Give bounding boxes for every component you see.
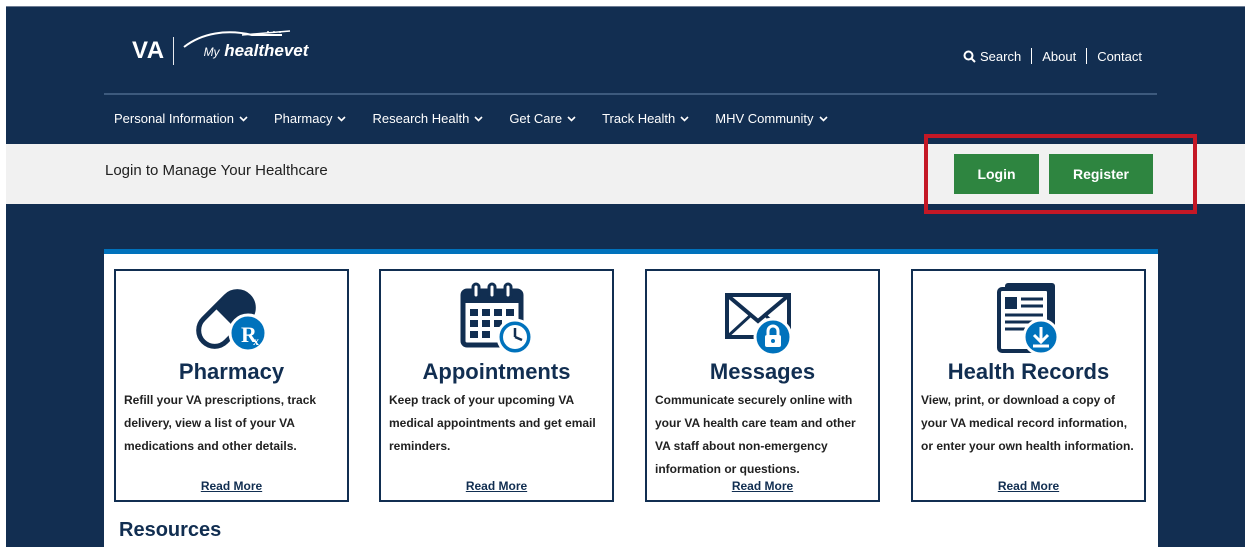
- search-label: Search: [980, 48, 1022, 64]
- read-more-link[interactable]: Read More: [116, 479, 347, 493]
- util-divider: [1086, 48, 1088, 64]
- highlight-box: [924, 134, 1197, 214]
- records-download-icon-wrap: [913, 281, 1144, 357]
- nav-label: Personal Information: [114, 111, 234, 126]
- card-description: Communicate securely online with your VA…: [655, 393, 856, 476]
- read-more-link[interactable]: Read More: [647, 479, 878, 493]
- logo[interactable]: VA My healthevet: [132, 30, 308, 65]
- chevron-down-icon: [567, 115, 576, 122]
- nav-label: Pharmacy: [273, 111, 333, 126]
- calendar-clock-icon: [460, 282, 533, 356]
- envelope-lock-icon: [724, 293, 792, 357]
- card-health-records[interactable]: Health Records View, print, or download …: [911, 269, 1146, 502]
- nav-label: MHV Community: [715, 111, 814, 126]
- card-title: Health Records: [947, 359, 1110, 384]
- read-more-link[interactable]: Read More: [913, 479, 1144, 493]
- util-divider: [1031, 48, 1033, 64]
- chevron-down-icon: [818, 115, 828, 122]
- card-title: Pharmacy: [178, 359, 285, 384]
- nav-research-health[interactable]: Research Health: [372, 111, 483, 126]
- app-frame: VA My healthevet Search About Contact Pe…: [6, 6, 1245, 547]
- card-description: View, print, or download a copy of your …: [921, 393, 1134, 453]
- svg-text:x: x: [253, 334, 259, 348]
- search-icon: [963, 50, 976, 63]
- nav-label: Track Health: [602, 111, 676, 126]
- card-appointments[interactable]: Appointments Keep track of your upcoming…: [379, 269, 614, 502]
- nav-pharmacy[interactable]: Pharmacy: [274, 111, 347, 126]
- nav-personal-information[interactable]: Personal Information: [114, 111, 248, 126]
- nav-label: Get Care: [509, 111, 563, 126]
- logo-myhealthevet: My healthevet: [182, 30, 308, 61]
- login-prompt: Login to Manage Your Healthcare: [105, 162, 328, 179]
- utility-links: Search About Contact: [963, 48, 1142, 64]
- search-link[interactable]: Search: [963, 49, 1021, 64]
- pill-rx-icon: R x: [195, 289, 267, 353]
- card-title: Appointments: [422, 359, 571, 384]
- card-messages[interactable]: Messages Communicate securely online wit…: [645, 269, 880, 502]
- chevron-down-icon: [680, 115, 689, 122]
- card-description: Refill your VA prescriptions, track deli…: [124, 393, 317, 453]
- calendar-clock-icon-wrap: [381, 281, 612, 357]
- card-pharmacy[interactable]: R x Pharmacy Refill your VA prescription…: [114, 269, 349, 502]
- logo-divider: [172, 37, 174, 65]
- resources-heading: Resources: [119, 519, 222, 541]
- eagle-swoosh-icon: [182, 30, 290, 48]
- envelope-lock-icon-wrap: [647, 281, 878, 357]
- chevron-down-icon: [239, 115, 248, 122]
- header-divider: [104, 93, 1157, 95]
- contact-link[interactable]: Contact: [1097, 49, 1142, 64]
- chevron-down-icon: [474, 115, 483, 122]
- main-content: R x Pharmacy Refill your VA prescription…: [104, 249, 1158, 547]
- nav-track-health[interactable]: Track Health: [602, 111, 689, 126]
- card-title: Messages: [709, 359, 816, 384]
- about-link[interactable]: About: [1042, 49, 1076, 64]
- nav-label: Research Health: [372, 111, 470, 126]
- records-download-icon: [996, 283, 1059, 356]
- read-more-link[interactable]: Read More: [381, 479, 612, 493]
- pill-rx-icon-wrap: R x: [116, 281, 347, 357]
- chevron-down-icon: [337, 115, 347, 122]
- nav-get-care[interactable]: Get Care: [509, 111, 576, 126]
- main-nav: Personal Information Pharmacy Research H…: [114, 111, 828, 126]
- card-description: Keep track of your upcoming VA medical a…: [389, 393, 596, 453]
- nav-mhv-community[interactable]: MHV Community: [715, 111, 828, 126]
- site-header: VA My healthevet Search About Contact Pe…: [6, 7, 1245, 144]
- logo-va: VA: [132, 37, 165, 64]
